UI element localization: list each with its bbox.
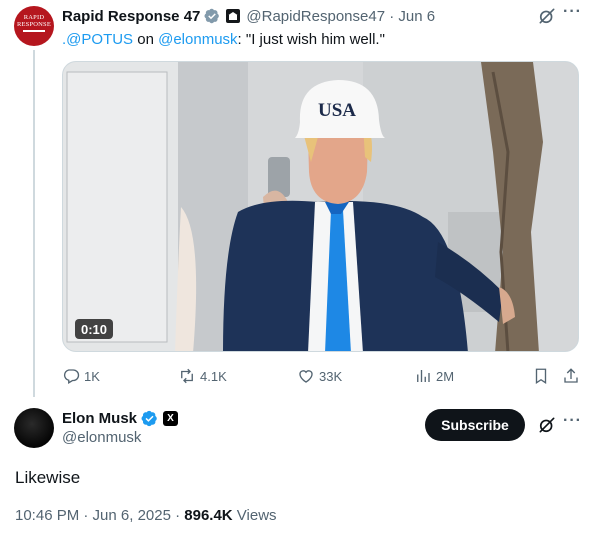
text-connector: on [133,31,159,48]
quote-text: : "I just wish him well." [237,31,385,48]
bookmark-icon [535,368,547,385]
x-affiliate-icon[interactable]: X [163,410,179,426]
handle-and-date[interactable]: @RapidResponse47 · Jun 6 [246,8,435,25]
views-label: Views [232,507,277,524]
bookmark-action[interactable] [532,367,550,385]
thread-connector-line [33,50,35,397]
hat-text: USA [318,100,356,121]
video-duration: 0:10 [75,319,114,339]
views-icon [417,370,430,382]
verified-badge-gray-icon[interactable] [204,8,220,24]
grok-icon[interactable] [537,6,557,26]
reply-tweet-header: Elon Musk X [62,408,179,428]
tweet-metadata: 10:46 PM · Jun 6, 2025 · 896.4K Views [15,507,277,524]
reply-action[interactable]: 1K [62,367,100,385]
elon-musk-avatar[interactable] [14,408,54,448]
repost-count: 4.1K [200,368,227,384]
avatar-text-line-1: RAPID [23,14,45,21]
video-player[interactable]: USA [62,61,579,352]
reply-author-name[interactable]: Elon Musk [62,410,137,427]
more-icon[interactable]: ··· [563,3,582,21]
original-tweet-header: Rapid Response 47 @RapidResponse47 · Jun… [62,6,435,26]
repost-icon [181,368,193,384]
mention-potus[interactable]: .@POTUS [62,31,133,48]
video-frame: USA [63,62,578,351]
view-count: 2M [436,368,455,384]
avatar-text-line-2: RESPONSE [16,21,52,28]
subscribe-button[interactable]: Subscribe [425,409,525,441]
like-count: 33K [319,368,343,384]
like-action[interactable]: 33K [297,367,342,385]
grok-icon[interactable] [537,415,557,435]
avatar-building-mark [23,30,45,38]
white-house-affiliate-icon[interactable] [226,9,241,23]
verified-badge-blue-icon[interactable] [141,410,158,427]
reply-handle[interactable]: @elonmusk [62,429,141,446]
share-icon [564,368,578,383]
more-icon[interactable]: ··· [563,412,582,430]
mention-elonmusk[interactable]: @elonmusk [158,31,237,48]
views-count: 896.4K [184,507,233,524]
timestamp[interactable]: 10:46 PM · Jun 6, 2025 · [15,507,184,524]
repost-action[interactable]: 4.1K [178,367,227,385]
reply-count: 1K [84,368,100,384]
original-tweet-text: .@POTUS on @elonmusk: "I just wish him w… [62,30,385,50]
share-action[interactable] [562,367,580,385]
rapid-response-avatar[interactable]: RAPID RESPONSE [14,6,54,46]
like-icon [299,370,313,383]
reply-icon [63,369,80,384]
views-action[interactable]: 2M [414,367,454,385]
author-name[interactable]: Rapid Response 47 [62,8,200,25]
reply-text: Likewise [15,468,81,487]
